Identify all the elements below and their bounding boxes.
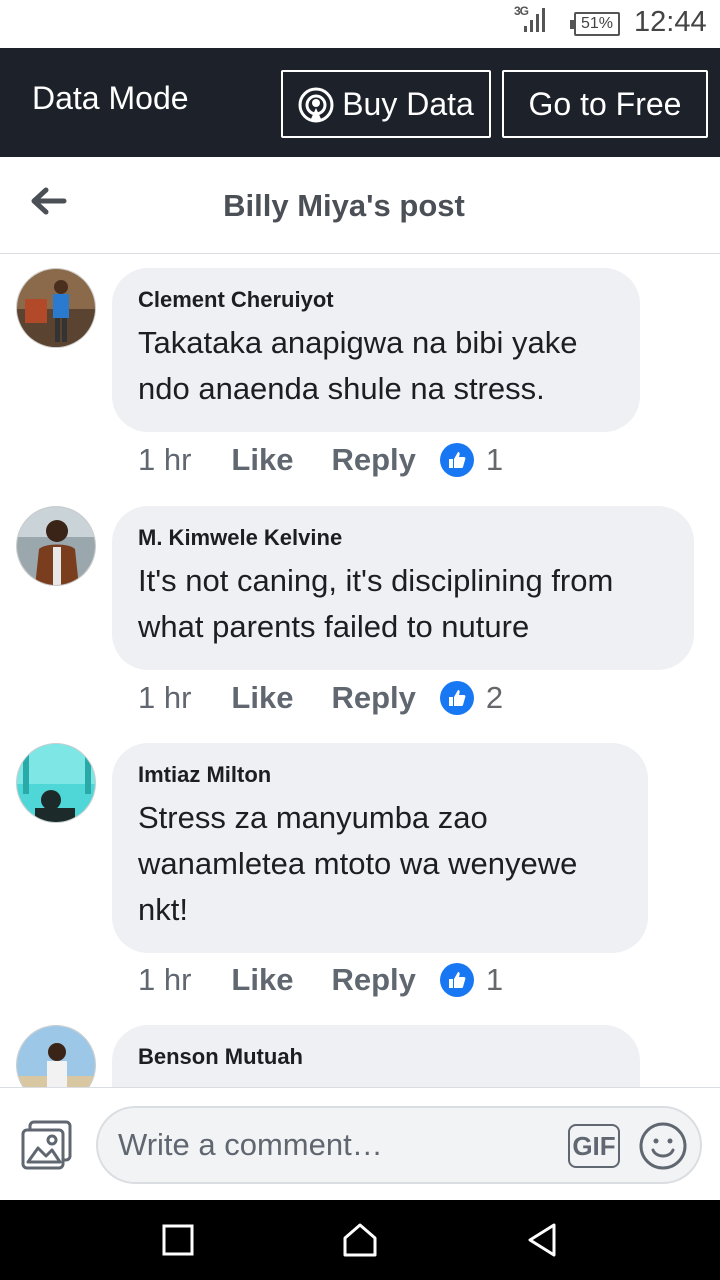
data-mode-label: Data Mode <box>32 80 189 116</box>
comment-text: Takataka anapigwa na bibi yake ndo anaen… <box>138 320 614 412</box>
buy-data-icon <box>298 87 334 123</box>
nav-home-icon[interactable] <box>340 1220 380 1260</box>
comment-time[interactable]: 1 hr <box>138 962 191 998</box>
reaction-count: 1 <box>485 442 504 477</box>
comment-input-wrapper[interactable]: GIF <box>96 1106 702 1184</box>
comment-text-line: wanamletea mtoto wa wenyewe <box>138 846 578 881</box>
comment-composer: GIF <box>0 1087 720 1200</box>
comment-text-line: nkt! <box>138 892 188 927</box>
comment-text-line: what parents failed to nuture <box>138 609 530 644</box>
photo-icon[interactable] <box>20 1118 74 1172</box>
nav-recents-icon[interactable] <box>158 1220 198 1260</box>
go-to-free-button[interactable]: Go to Free <box>502 70 708 138</box>
comment-actions: 1 hr Like Reply 2 <box>138 678 503 718</box>
like-reaction-icon[interactable] <box>439 963 474 997</box>
like-button[interactable]: Like <box>231 442 293 478</box>
gif-button[interactable]: GIF <box>568 1124 620 1168</box>
comment-text: Stress za manyumba zao wanamletea mtoto … <box>138 795 622 933</box>
emoji-icon[interactable] <box>638 1121 688 1171</box>
buy-data-label: Buy Data <box>342 85 474 122</box>
signal-icon: 3G <box>514 4 554 36</box>
comment-author[interactable]: Benson Mutuah <box>138 1043 614 1071</box>
page-title: Billy Miya's post <box>223 188 465 223</box>
comment-author[interactable]: Clement Cheruiyot <box>138 286 614 314</box>
comment-author[interactable]: Imtiaz Milton <box>138 761 622 789</box>
post-header: Billy Miya's post <box>0 157 720 254</box>
reaction-count: 2 <box>485 680 504 715</box>
buy-data-button[interactable]: Buy Data <box>281 70 491 138</box>
battery-level: 51% <box>580 15 614 32</box>
avatar[interactable] <box>16 1025 96 1087</box>
like-reaction-icon[interactable] <box>439 443 474 477</box>
reply-button[interactable]: Reply <box>331 442 415 478</box>
system-nav-bar <box>0 1200 720 1280</box>
nav-back-icon[interactable] <box>522 1220 562 1260</box>
avatar[interactable] <box>16 506 96 586</box>
reaction-count: 1 <box>485 962 504 997</box>
go-to-free-label: Go to Free <box>528 85 682 122</box>
comment-text-line: It's not caning, it's disciplining from <box>138 563 614 598</box>
comment-bubble[interactable]: Clement Cheruiyot Takataka anapigwa na b… <box>112 268 640 432</box>
reply-button[interactable]: Reply <box>331 962 415 998</box>
avatar[interactable] <box>16 268 96 348</box>
comment-text-line: Stress za manyumba zao <box>138 800 488 835</box>
like-button[interactable]: Like <box>231 680 293 716</box>
data-mode-bar: Data Mode Buy Data Go to Free <box>0 48 720 157</box>
battery-icon: 51% <box>570 12 620 36</box>
reply-button[interactable]: Reply <box>331 680 415 716</box>
comment-text-line: Takataka anapigwa na bibi yake <box>138 325 578 360</box>
comment-time[interactable]: 1 hr <box>138 680 191 716</box>
comment-time[interactable]: 1 hr <box>138 442 191 478</box>
status-bar: 3G 51% 12:44 <box>0 0 720 48</box>
comment-text-line: ndo anaenda shule na stress. <box>138 371 545 406</box>
like-button[interactable]: Like <box>231 962 293 998</box>
comment-text: It's not caning, it's disciplining from … <box>138 558 668 650</box>
comment-bubble[interactable]: Benson Mutuah <box>112 1025 640 1087</box>
clock: 12:44 <box>634 6 707 38</box>
comment-bubble[interactable]: Imtiaz Milton Stress za manyumba zao wan… <box>112 743 648 953</box>
comment-bubble[interactable]: M. Kimwele Kelvine It's not caning, it's… <box>112 506 694 670</box>
comment-author[interactable]: M. Kimwele Kelvine <box>138 524 668 552</box>
comment-input[interactable] <box>118 1120 548 1170</box>
like-reaction-icon[interactable] <box>439 681 474 715</box>
comment-list: Clement Cheruiyot Takataka anapigwa na b… <box>0 255 720 1087</box>
comment-actions: 1 hr Like Reply 1 <box>138 960 503 1000</box>
comment-actions: 1 hr Like Reply 1 <box>138 440 503 480</box>
avatar[interactable] <box>16 743 96 823</box>
